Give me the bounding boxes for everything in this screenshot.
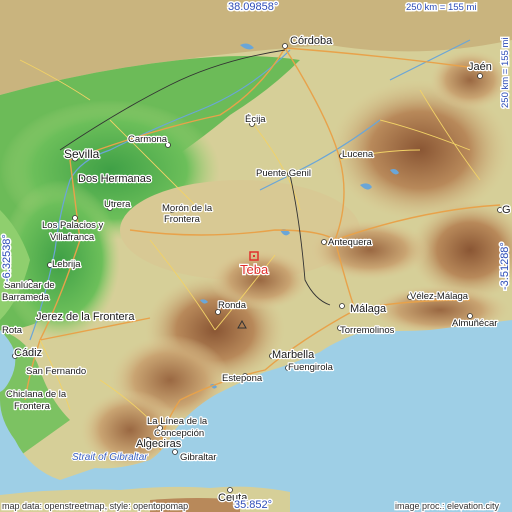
label-cadiz: Cádiz <box>14 347 42 359</box>
label-lebrija: Lebrija <box>52 259 81 270</box>
label-marbella: Marbella <box>272 349 315 361</box>
label-almunecar: Almuñécar <box>452 318 497 329</box>
label-malaga: Málaga <box>350 303 387 315</box>
label-velez: Vélez-Málaga <box>410 291 469 302</box>
label-sanlucar-2: Barrameda <box>2 292 50 303</box>
label-ecija: Écija <box>245 114 266 125</box>
teba-label: Teba <box>240 262 269 277</box>
credit-right: image proc.: elevation.city <box>395 501 500 511</box>
label-san-fernando: San Fernando <box>26 366 86 377</box>
scale-top: 250 km = 155 mi <box>406 2 477 13</box>
label-dos-hermanas: Dos Hermanas <box>78 173 152 185</box>
label-palacios-2: Villafranca <box>50 232 95 243</box>
label-palacios-1: Los Palacios y <box>42 220 104 231</box>
label-cordoba: Córdoba <box>290 35 333 47</box>
label-granada-edge: G <box>502 204 511 216</box>
credit-left: map data: openstreetmap, style: opentopo… <box>2 501 188 511</box>
label-linea-1: La Línea de la <box>147 416 208 427</box>
coord-east: -3.51288° <box>499 242 511 290</box>
label-jerez: Jerez de la Frontera <box>36 311 135 323</box>
label-torremolinos: Torremolinos <box>340 325 395 336</box>
label-antequera: Antequera <box>328 237 373 248</box>
coord-west: -6.32538° <box>1 234 13 282</box>
label-moron-2: Frontera <box>164 214 201 225</box>
label-algeciras: Algeciras <box>136 438 182 450</box>
label-estepona: Estepona <box>222 373 263 384</box>
coord-north: 38.09858° <box>228 1 278 13</box>
scale-right: 250 km = 155 mi <box>500 38 511 109</box>
terrain-map: Córdoba Jaén Écija Carmona Sevilla Dos H… <box>0 0 512 512</box>
label-moron-1: Morón de la <box>162 203 213 214</box>
label-utrera: Utrera <box>104 199 131 210</box>
label-chiclana-1: Chiclana de la <box>6 389 67 400</box>
label-rota: Rota <box>2 325 23 336</box>
label-puente-genil: Puente Genil <box>256 168 311 179</box>
label-carmona: Carmona <box>128 134 168 145</box>
label-fuengirola: Fuengirola <box>288 362 334 373</box>
label-lucena: Lucena <box>342 149 374 160</box>
sea-label: Strait of Gibraltar <box>72 452 148 463</box>
label-sevilla: Sevilla <box>64 147 100 161</box>
label-jaen: Jaén <box>468 61 492 73</box>
label-gibraltar: Gibraltar <box>180 452 216 463</box>
coord-south: 35.852° <box>234 499 272 511</box>
label-chiclana-2: Frontera <box>14 401 51 412</box>
label-ronda: Ronda <box>218 300 247 311</box>
